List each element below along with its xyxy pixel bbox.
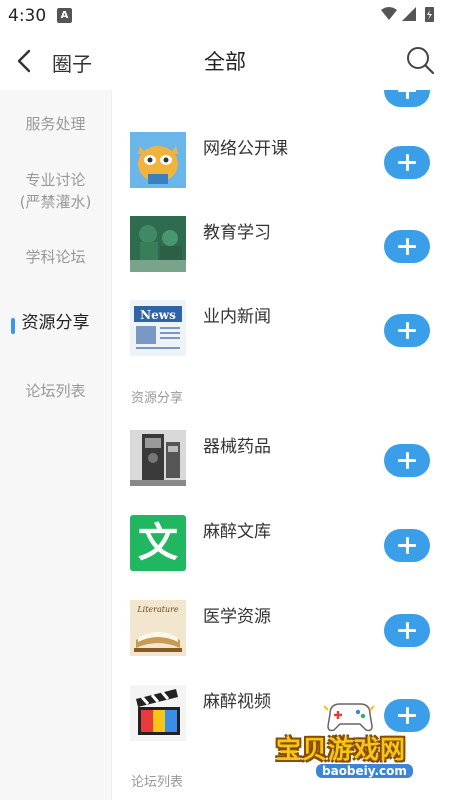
add-button[interactable] (384, 614, 430, 647)
sidebar-item-label: 专业讨论 (25, 171, 86, 189)
watermark-url: baobeiy.com (316, 764, 413, 778)
list-item[interactable]: 文 麻醉文库 (112, 515, 450, 599)
watermark-title: 宝贝游戏网 (276, 735, 407, 764)
category-sidebar: 服务处理 专业讨论 (严禁灌水) 学科论坛 资源分享 论坛列表 (0, 90, 112, 800)
section-header-forum-list: 论坛列表 (131, 775, 184, 790)
sidebar-item-subject-forum[interactable]: 学科论坛 (0, 246, 111, 268)
list-item[interactable]: Literature 医学资源 (112, 600, 450, 684)
page-title: 全部 (204, 50, 246, 74)
watermark: 宝贝游戏网 baobeiy.com (270, 700, 430, 790)
status-icons (381, 7, 434, 22)
wen-library-icon: 文 (130, 515, 186, 571)
news-icon: News (130, 300, 186, 356)
list-item[interactable]: News 业内新闻 (112, 300, 450, 384)
sidebar-item-label: 论坛列表 (25, 382, 86, 400)
news-icon-text: News (140, 308, 176, 322)
sidebar-item-service[interactable]: 服务处理 (0, 113, 111, 135)
list-item[interactable]: 网络公开课 (112, 132, 450, 216)
surgery-photo-icon (130, 216, 186, 272)
sidebar-item-sublabel: (严禁灌水) (19, 193, 92, 211)
forum-list: 网络公开课 教育学习 News 业内新闻 资源分享 器械药品 文 麻醉文库 Li… (112, 90, 450, 800)
list-item-title: 器械药品 (203, 437, 271, 457)
section-header-resources: 资源分享 (131, 391, 184, 406)
add-button[interactable] (384, 146, 430, 179)
add-button[interactable] (384, 314, 430, 347)
sidebar-item-label: 服务处理 (25, 115, 86, 133)
wifi-icon (381, 7, 397, 20)
cartoon-mascot-icon (130, 132, 186, 188)
add-button[interactable] (384, 90, 430, 107)
search-icon[interactable] (404, 44, 436, 76)
sidebar-item-label: 资源分享 (21, 313, 90, 333)
sidebar-item-forum-list[interactable]: 论坛列表 (0, 380, 111, 402)
status-bar: 4:30 A (0, 0, 450, 32)
wen-icon-text: 文 (138, 520, 178, 566)
film-clapper-icon (130, 685, 186, 741)
add-button[interactable] (384, 444, 430, 477)
list-item-title: 医学资源 (203, 607, 271, 627)
sidebar-item-resource-share[interactable]: 资源分享 (0, 312, 111, 334)
add-button[interactable] (384, 529, 430, 562)
gamepad-icon (323, 703, 375, 732)
list-item[interactable]: 教育学习 (112, 216, 450, 300)
list-item-title: 网络公开课 (203, 139, 288, 159)
list-item-title: 业内新闻 (203, 307, 271, 327)
title-bar: 圈子 全部 (0, 32, 450, 90)
medical-machine-icon (130, 430, 186, 486)
status-time: 4:30 (8, 6, 47, 26)
sidebar-item-professional[interactable]: 专业讨论 (严禁灌水) (0, 169, 111, 213)
literature-icon-text: Literature (136, 605, 179, 614)
list-item-title: 麻醉文库 (203, 522, 271, 542)
literature-book-icon: Literature (130, 600, 186, 656)
add-button[interactable] (384, 230, 430, 263)
sidebar-item-label: 学科论坛 (25, 248, 86, 266)
list-item[interactable] (112, 90, 450, 118)
list-item-title: 教育学习 (203, 223, 271, 243)
list-item[interactable]: 器械药品 (112, 430, 450, 514)
notification-badge: A (57, 8, 72, 23)
signal-icon (402, 7, 416, 21)
list-item-title: 麻醉视频 (203, 692, 271, 712)
